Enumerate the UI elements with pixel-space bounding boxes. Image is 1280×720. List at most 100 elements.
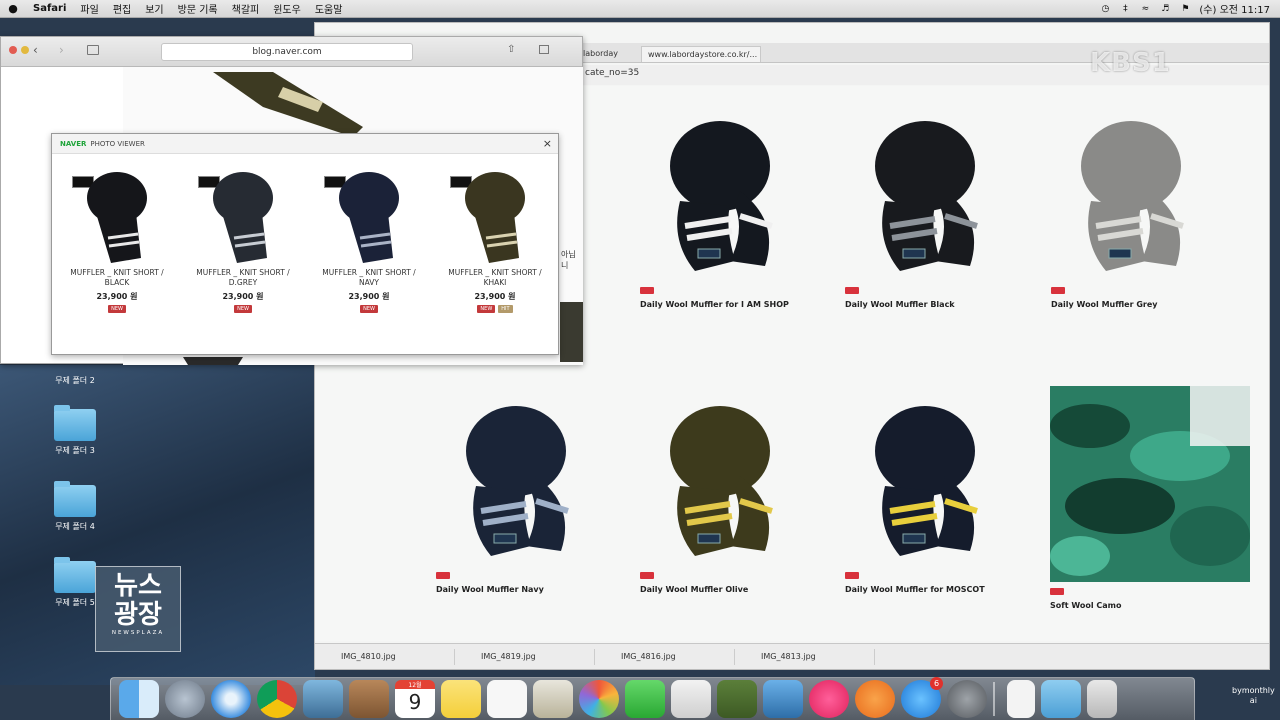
menu-history[interactable]: 방문 기록: [171, 1, 225, 16]
download-item[interactable]: IMG_4813.jpg: [745, 648, 875, 665]
viewer-item-image[interactable]: [56, 158, 178, 268]
menu-bookmarks[interactable]: 책갈피: [225, 1, 267, 16]
system-preferences-icon[interactable]: [947, 680, 987, 718]
notes-icon[interactable]: [441, 680, 481, 718]
hit-badge: HIT: [498, 305, 513, 313]
menu-view[interactable]: 보기: [138, 1, 170, 16]
preview-icon[interactable]: [303, 680, 343, 718]
desktop-folder-3[interactable]: 무제 폴더 3: [45, 405, 105, 456]
product-image[interactable]: [845, 111, 1005, 281]
address-bar[interactable]: blog.naver.com: [161, 43, 413, 61]
viewer-item[interactable]: MUFFLER _ KNIT SHORT / D.GREY 23,900 원 N…: [182, 158, 304, 313]
menu-window[interactable]: 윈도우: [266, 1, 308, 16]
finder-icon[interactable]: [119, 680, 159, 718]
forward-icon[interactable]: ›: [59, 43, 64, 57]
menubar-clock[interactable]: (수) 오전 11:17: [1199, 1, 1270, 16]
new-badge: NEW: [234, 305, 252, 313]
keynote-icon[interactable]: [763, 680, 803, 718]
product-card[interactable]: Daily Wool Muffler for MOSCOT: [845, 396, 1035, 594]
close-window-button[interactable]: [9, 46, 17, 54]
viewer-item[interactable]: MUFFLER _ KNIT SHORT / BLACK 23,900 원 NE…: [56, 158, 178, 313]
download-item[interactable]: IMG_4810.jpg: [325, 648, 455, 665]
facetime-icon[interactable]: [625, 680, 665, 718]
sidebar-icon[interactable]: [87, 45, 99, 55]
volume-icon[interactable]: ♬: [1159, 4, 1171, 14]
product-name[interactable]: Soft Wool Camo: [1050, 601, 1240, 610]
trash-icon[interactable]: [1087, 680, 1117, 718]
sale-badge: [845, 287, 859, 294]
product-name[interactable]: Daily Wool Muffler Olive: [640, 585, 830, 594]
bluetooth-icon[interactable]: ‡: [1119, 4, 1131, 14]
tab-laborday[interactable]: laborday: [577, 46, 633, 62]
product-name[interactable]: Daily Wool Muffler for I AM SHOP: [640, 300, 830, 309]
menu-safari[interactable]: Safari: [26, 3, 73, 14]
downloads-folder-icon[interactable]: [1041, 680, 1081, 718]
viewer-item-name[interactable]: MUFFLER _ KNIT SHORT / NAVY: [308, 268, 430, 288]
flag-icon[interactable]: ⚑: [1179, 4, 1191, 14]
minimize-window-button[interactable]: [21, 46, 29, 54]
apple-icon[interactable]: ●: [0, 2, 26, 15]
safari-icon[interactable]: [211, 680, 251, 718]
viewer-item-price: 23,900 원: [96, 292, 138, 301]
product-name[interactable]: Daily Wool Muffler Navy: [436, 585, 626, 594]
product-card[interactable]: Soft Wool Camo: [1050, 386, 1250, 610]
timemachine-icon[interactable]: ◷: [1099, 4, 1111, 14]
menu-help[interactable]: 도움말: [308, 1, 350, 16]
product-image[interactable]: [1051, 111, 1211, 281]
product-card[interactable]: Daily Wool Muffler Black: [845, 111, 1035, 309]
viewer-close-button[interactable]: ×: [543, 137, 552, 150]
product-image[interactable]: [640, 111, 800, 281]
product-card[interactable]: Daily Wool Muffler for I AM SHOP: [640, 111, 830, 309]
scarf-label: [902, 533, 926, 544]
product-name[interactable]: Daily Wool Muffler Black: [845, 300, 1035, 309]
folder-label: 무제 폴더 4: [55, 522, 95, 531]
viewer-item-image[interactable]: [182, 158, 304, 268]
back-icon[interactable]: ‹: [33, 43, 38, 57]
download-item[interactable]: IMG_4819.jpg: [465, 648, 595, 665]
product-card[interactable]: Daily Wool Muffler Navy: [436, 396, 626, 594]
viewer-item-image[interactable]: [434, 158, 556, 268]
menu-file[interactable]: 파일: [73, 1, 105, 16]
download-item[interactable]: IMG_4816.jpg: [605, 648, 735, 665]
tabs-icon[interactable]: [539, 45, 549, 54]
scarf-coil: [466, 406, 566, 496]
photos-icon[interactable]: [579, 680, 619, 718]
numbers-icon[interactable]: [717, 680, 757, 718]
product-image[interactable]: [640, 396, 800, 566]
camo-image[interactable]: [1050, 386, 1250, 582]
viewer-item-name[interactable]: MUFFLER _ KNIT SHORT / BLACK: [56, 268, 178, 288]
product-card[interactable]: Daily Wool Muffler Olive: [640, 396, 830, 594]
document-icon[interactable]: [1007, 680, 1035, 718]
product-image[interactable]: [436, 396, 596, 566]
ibooks-icon[interactable]: [855, 680, 895, 718]
mail-icon[interactable]: [533, 680, 573, 718]
calendar-icon[interactable]: 12월 9: [395, 680, 435, 718]
chrome-icon[interactable]: [257, 680, 297, 718]
contacts-icon[interactable]: [349, 680, 389, 718]
viewer-item-name[interactable]: MUFFLER _ KNIT SHORT / D.GREY: [182, 268, 304, 288]
new-badge: NEW: [360, 305, 378, 313]
product-name[interactable]: Daily Wool Muffler for MOSCOT: [845, 585, 1035, 594]
product-name[interactable]: Daily Wool Muffler Grey: [1051, 300, 1241, 309]
appstore-icon[interactable]: 6: [901, 677, 943, 718]
itunes-icon[interactable]: [809, 680, 849, 718]
product-card[interactable]: Daily Wool Muffler Grey: [1051, 111, 1241, 309]
sale-badge: [436, 572, 450, 579]
menu-edit[interactable]: 편집: [106, 1, 138, 16]
viewer-item-name[interactable]: MUFFLER _ KNIT SHORT / KHAKI: [434, 268, 556, 288]
viewer-item[interactable]: MUFFLER _ KNIT SHORT / KHAKI 23,900 원 NE…: [434, 158, 556, 313]
scarf-label: [902, 248, 926, 259]
reminders-icon[interactable]: [487, 680, 527, 718]
share-icon[interactable]: ⇧: [507, 44, 515, 55]
viewer-item-image[interactable]: [308, 158, 430, 268]
viewer-item[interactable]: MUFFLER _ KNIT SHORT / NAVY 23,900 원 NEW: [308, 158, 430, 313]
wifi-icon[interactable]: ≈: [1139, 4, 1151, 14]
tab-labordaystore[interactable]: www.labordaystore.co.kr/...: [641, 46, 761, 62]
dock-separator: [993, 682, 995, 716]
pages-icon[interactable]: [671, 680, 711, 718]
product-image[interactable]: [845, 396, 1005, 566]
launchpad-icon[interactable]: [165, 680, 205, 718]
desktop-folder-4[interactable]: 무제 폴더 4: [45, 481, 105, 532]
desktop-folder-2-label[interactable]: 무제 폴더 2: [45, 375, 105, 386]
new-badge: NEW: [108, 305, 126, 313]
